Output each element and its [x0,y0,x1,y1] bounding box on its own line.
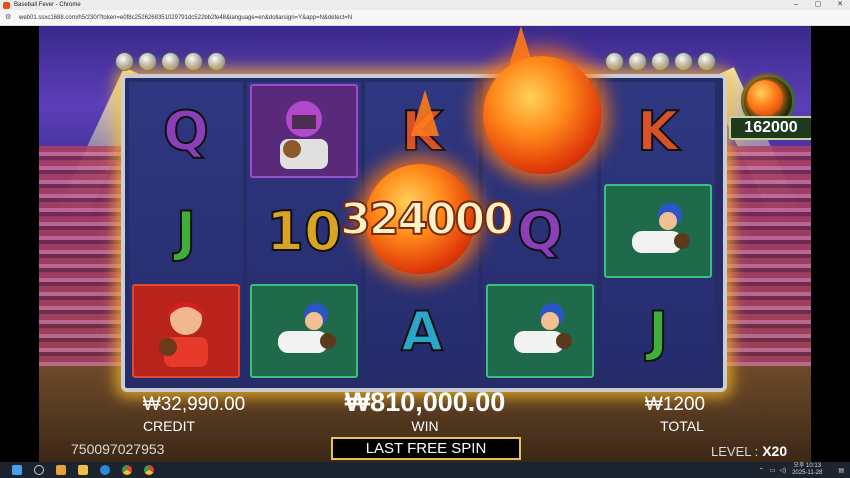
sliding-player-icon [632,203,690,253]
session-id: 750097027953 [71,441,165,457]
symbol-catcher-purple [247,82,361,180]
symbol-player-green [247,282,361,380]
level-label: LEVEL : [711,444,759,459]
catcher-icon [280,101,328,169]
windows-start-icon[interactable] [12,465,22,475]
game-canvas[interactable]: Q J 10 K A Q K J 324000 162000 ₩32,990.0… [39,26,811,462]
tray-chevron-icon[interactable]: ⌃ [759,467,764,474]
credit-label: CREDIT [142,418,196,434]
symbol-player-green [483,282,597,380]
level-value: X20 [762,443,788,459]
symbol-a: A [400,299,444,364]
credit-amount: ₩32,990.00 [142,394,246,415]
level-indicator: LEVEL : X20 [711,443,787,459]
taskbar: ⌃ ▭ ◁) 오후 10:13 2025-11-28 ▤ [0,462,850,478]
system-tray: ⌃ ▭ ◁) 오후 10:13 2025-11-28 ▤ [759,462,850,478]
big-win-amount: 324000 [339,193,515,246]
total-label: TOTAL [660,418,704,434]
file-explorer-icon[interactable] [78,465,88,475]
win-label: WIN [411,418,439,434]
widgets-icon[interactable] [56,465,66,475]
notification-icon[interactable]: ▤ [838,467,844,474]
minimize-button[interactable]: – [786,0,806,10]
window-title-bar: Baseball Fever - Chrome – ▢ ✕ [0,0,850,10]
flame-icon [411,90,439,136]
sliding-player-icon [514,303,572,353]
multiplier-value: 162000 [729,116,811,140]
reel-1: Q J [129,82,243,382]
last-free-spin-button[interactable]: LAST FREE SPIN [331,437,521,460]
maximize-button[interactable]: ▢ [808,0,828,10]
network-icon[interactable]: ▭ [770,467,776,474]
symbol-k: K [636,99,680,164]
sliding-player-icon [278,303,336,353]
total-amount: ₩1200 [644,394,706,415]
stadium-crowd-right [721,146,811,376]
reel-5: K J [601,82,715,382]
stadium-crowd-left [39,146,129,376]
volume-icon[interactable]: ◁) [779,467,786,474]
close-button[interactable]: ✕ [830,0,850,10]
symbol-j: J [647,299,669,364]
address-bar[interactable]: ⚙ web01.ssxc1688.com/h5/230/?token=e0f8c… [0,10,850,26]
symbol-q: Q [162,99,210,164]
edge-icon[interactable] [100,465,110,475]
window-title: Baseball Fever - Chrome [14,2,81,8]
tray-time: 오후 10:13 [793,463,822,469]
frame-bolts-right [605,52,716,71]
tray-date: 2025-11-28 [792,470,823,476]
site-info-icon[interactable]: ⚙ [5,14,13,22]
symbol-j: J [175,199,197,264]
chrome-icon[interactable] [122,465,132,475]
bottom-panel: ₩32,990.00 CREDIT ₩810,000.00 WIN ₩1200 … [39,384,811,462]
fireball-icon [483,56,601,174]
frame-bolts-left [115,52,226,71]
red-player-icon [159,302,208,367]
tray-clock[interactable]: 오후 10:13 2025-11-28 [792,463,822,477]
symbol-player-green [601,182,715,280]
url-text[interactable]: web01.ssxc1688.com/h5/230/?token=e0f8c25… [19,15,352,21]
search-icon[interactable] [34,465,44,475]
fireball-badge-icon [747,80,783,116]
win-amount: ₩810,000.00 [344,387,506,417]
symbol-catcher-red [129,282,243,380]
app-favicon-icon [3,1,10,9]
chrome-icon[interactable] [144,465,154,475]
